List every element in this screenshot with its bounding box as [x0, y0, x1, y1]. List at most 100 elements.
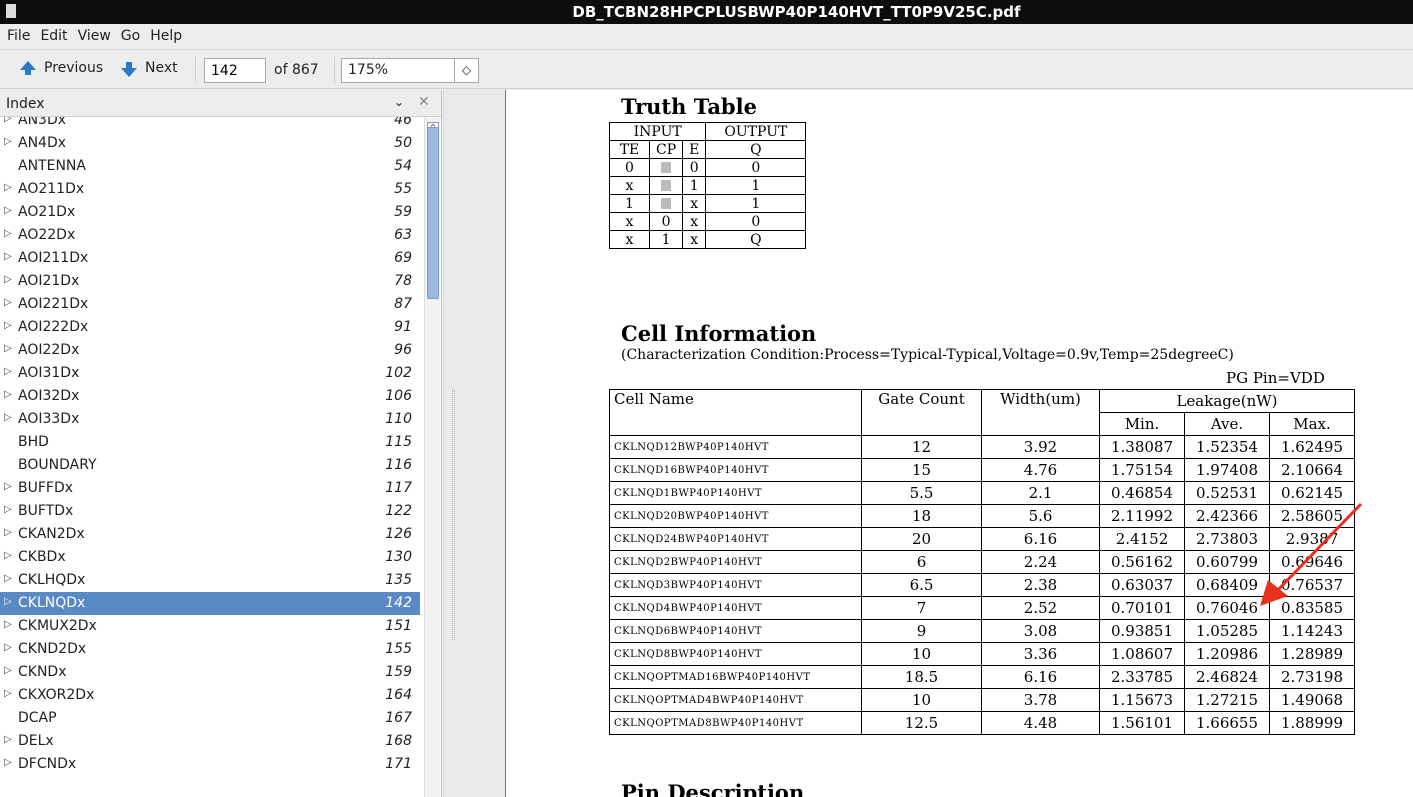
sidebar-item[interactable]: ▷ AOI22Dx 96	[0, 339, 420, 362]
next-button[interactable]: Next	[121, 60, 178, 77]
sidebar-item-page: 69	[394, 250, 412, 266]
expand-triangle-icon[interactable]: ▷	[4, 136, 12, 147]
expand-triangle-icon[interactable]: ▷	[4, 389, 12, 400]
sidebar-item[interactable]: ▷ AN3Dx 46	[0, 117, 420, 132]
expand-triangle-icon[interactable]: ▷	[4, 297, 12, 308]
expand-triangle-icon[interactable]: ▷	[4, 228, 12, 239]
expand-triangle-icon[interactable]: ▷	[4, 688, 12, 699]
sidebar-item[interactable]: ▷ AOI211Dx 69	[0, 247, 420, 270]
sidebar-item[interactable]: ▷ AOI31Dx 102	[0, 362, 420, 385]
sidebar-header: Index ⌄ ✕	[0, 90, 441, 117]
menu-go[interactable]: Go	[116, 24, 145, 48]
sidebar-item-label: CKND2Dx	[18, 641, 87, 657]
close-icon[interactable]: ✕	[418, 94, 430, 110]
clock-edge-icon	[661, 180, 672, 191]
sidebar-item-page: 63	[394, 227, 412, 243]
resize-grip[interactable]	[452, 390, 455, 640]
sidebar-item[interactable]: ▷ AOI222Dx 91	[0, 316, 420, 339]
expand-triangle-icon[interactable]: ▷	[4, 504, 12, 515]
sidebar-item[interactable]: ▷ CKND2Dx 155	[0, 638, 420, 661]
sidebar-item[interactable]: ▷ CKBDx 130	[0, 546, 420, 569]
sidebar-item-label: AN4Dx	[18, 135, 67, 151]
menu-edit[interactable]: Edit	[35, 24, 72, 48]
sidebar-item[interactable]: ▷ DFCNDx 171	[0, 753, 420, 776]
sidebar-item-page: 106	[385, 388, 412, 404]
sidebar-item-label: AO22Dx	[18, 227, 76, 243]
expand-triangle-icon[interactable]: ▷	[4, 251, 12, 262]
truth-table: INPUT OUTPUT TE CP E Q 0 0 0 x 1 1 1 x 1 x 0 x 0 x 1 x Q	[608, 122, 807, 249]
expand-triangle-icon[interactable]: ▷	[4, 665, 12, 676]
table-cell: x	[609, 176, 650, 195]
expand-triangle-icon[interactable]: ▷	[4, 412, 12, 423]
table-cell: 20	[861, 527, 982, 551]
sidebar-scrollbar[interactable]: ^	[424, 117, 441, 797]
table-cell: 6.5	[861, 573, 982, 597]
expand-triangle-icon[interactable]: ▷	[4, 481, 12, 492]
scrollbar-thumb[interactable]	[427, 127, 439, 299]
table-cell: 0	[705, 158, 807, 177]
table-cell: 2.38	[981, 573, 1100, 597]
sidebar-item-label: CKNDx	[18, 664, 67, 680]
page-number-input[interactable]	[204, 58, 266, 83]
sidebar-item[interactable]: DCAP 167	[0, 707, 420, 730]
table-cell: 2.24	[981, 550, 1100, 574]
sidebar-item[interactable]: ▷ AO21Dx 59	[0, 201, 420, 224]
expand-triangle-icon[interactable]: ▷	[4, 274, 12, 285]
expand-triangle-icon[interactable]: ▷	[4, 205, 12, 216]
sidebar-item[interactable]: ▷ AOI221Dx 87	[0, 293, 420, 316]
sidebar-item[interactable]: ▷ BUFTDx 122	[0, 500, 420, 523]
table-cell: x	[609, 230, 650, 249]
table-cell: 0.46854	[1099, 481, 1185, 505]
sidebar-item[interactable]: ▷ AN4Dx 50	[0, 132, 420, 155]
sidebar-item[interactable]: ▷ BUFFDx 117	[0, 477, 420, 500]
zoom-select[interactable]: 175% ◇	[341, 58, 479, 83]
expand-triangle-icon[interactable]: ▷	[4, 642, 12, 653]
expand-triangle-icon[interactable]: ▷	[4, 366, 12, 377]
table-cell: 1	[705, 194, 807, 213]
sidebar-item[interactable]: ▷ CKNDx 159	[0, 661, 420, 684]
sidebar-item[interactable]: ▷ CKXOR2Dx 164	[0, 684, 420, 707]
expand-triangle-icon[interactable]: ▷	[4, 619, 12, 630]
sidebar-item[interactable]: ANTENNA 54	[0, 155, 420, 178]
menu-view[interactable]: View	[73, 24, 116, 48]
sidebar-item[interactable]: ▷ DELx 168	[0, 730, 420, 753]
expand-triangle-icon[interactable]: ▷	[4, 550, 12, 561]
menu-file[interactable]: File	[0, 24, 35, 48]
table-cell: Q	[705, 230, 807, 249]
menu-help[interactable]: Help	[145, 24, 187, 48]
expand-triangle-icon[interactable]: ▷	[4, 182, 12, 193]
sidebar-item-label: AOI222Dx	[18, 319, 89, 335]
expand-triangle-icon[interactable]: ▷	[4, 573, 12, 584]
sidebar-item-label: BOUNDARY	[18, 457, 97, 473]
expand-triangle-icon[interactable]: ▷	[4, 596, 12, 607]
sidebar-item[interactable]: ▷ CKMUX2Dx 151	[0, 615, 420, 638]
sidebar-item[interactable]: ▷ AOI33Dx 110	[0, 408, 420, 431]
sidebar-item[interactable]: BOUNDARY 116	[0, 454, 420, 477]
expand-triangle-icon[interactable]: ▷	[4, 343, 12, 354]
sidebar-item[interactable]: BHD 115	[0, 431, 420, 454]
sidebar-item-label: AOI31Dx	[18, 365, 80, 381]
table-header: OUTPUT	[705, 122, 807, 141]
sidebar-item[interactable]: ▷ CKAN2Dx 126	[0, 523, 420, 546]
table-cell: CKLNQD8BWP40P140HVT	[609, 642, 862, 666]
sidebar-item[interactable]: ▷ AOI32Dx 106	[0, 385, 420, 408]
sidebar-item[interactable]: ▷ AOI21Dx 78	[0, 270, 420, 293]
sidebar-item-label: BUFTDx	[18, 503, 74, 519]
table-row: 000	[609, 158, 807, 177]
previous-button[interactable]: Previous	[20, 60, 103, 76]
table-cell: 3.36	[981, 642, 1100, 666]
expand-triangle-icon[interactable]: ▷	[4, 320, 12, 331]
sidebar-item[interactable]: ▷ AO22Dx 63	[0, 224, 420, 247]
sidebar-item[interactable]: ▷ CKLHQDx 135	[0, 569, 420, 592]
sidebar-item[interactable]: ▷ AO211Dx 55	[0, 178, 420, 201]
expand-triangle-icon[interactable]: ▷	[4, 527, 12, 538]
sidebar-item[interactable]: ▷ CKLNQDx 142	[0, 592, 420, 615]
toolbar-separator	[195, 57, 196, 83]
table-header: Cell Name	[609, 389, 862, 436]
expand-triangle-icon[interactable]: ▷	[4, 734, 12, 745]
chevron-down-icon[interactable]: ⌄	[394, 95, 404, 109]
table-cell: 1.88999	[1269, 711, 1355, 735]
pane-divider[interactable]	[443, 90, 505, 797]
expand-triangle-icon[interactable]: ▷	[4, 117, 12, 124]
expand-triangle-icon[interactable]: ▷	[4, 757, 12, 768]
